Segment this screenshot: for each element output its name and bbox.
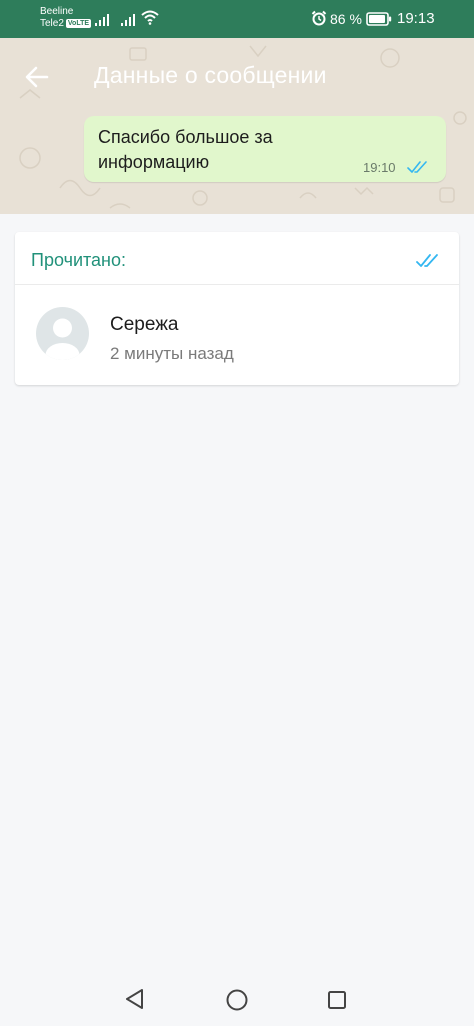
- message-bubble[interactable]: Спасибо большое за информацию 19:10: [84, 116, 446, 182]
- carrier-2-label: Tele2: [40, 18, 64, 29]
- battery-icon: [366, 12, 392, 26]
- carrier-info: Beeline Tele2 VoLTE: [40, 6, 92, 30]
- default-avatar-icon: [36, 307, 89, 360]
- message-time: 19:10: [363, 160, 396, 175]
- nav-recent-apps-icon[interactable]: [327, 990, 347, 1010]
- system-nav-bar: [0, 972, 474, 1026]
- alarm-icon: [311, 10, 327, 26]
- read-timestamp: 2 минуты назад: [110, 344, 234, 363]
- read-info-card: Прочитано: Сережа 2 минуты назад: [15, 232, 459, 385]
- battery-percentage: 86 %: [330, 11, 362, 27]
- double-check-icon: [416, 254, 438, 267]
- read-section-header: Прочитано:: [15, 232, 459, 285]
- nav-back-icon[interactable]: [124, 988, 146, 1010]
- status-clock: 19:13: [397, 10, 435, 27]
- carrier-2-row: Tele2 VoLTE: [40, 18, 92, 30]
- double-check-icon: [407, 161, 427, 173]
- signal-icon: [95, 14, 109, 26]
- carrier-1-label: Beeline: [40, 6, 74, 17]
- back-arrow-icon[interactable]: [20, 60, 54, 94]
- message-text: Спасибо большое за информацию: [98, 127, 273, 172]
- signal-icon: [121, 14, 135, 26]
- page-title: Данные о сообщении: [94, 62, 327, 88]
- message-preview-area: Данные о сообщении Спасибо большое за ин…: [0, 38, 474, 214]
- nav-home-icon[interactable]: [225, 988, 249, 1012]
- contact-row[interactable]: Сережа 2 минуты назад: [15, 286, 459, 384]
- wifi-icon: [141, 10, 159, 25]
- volte-badge: VoLTE: [65, 19, 92, 28]
- read-label: Прочитано:: [31, 250, 127, 270]
- status-bar: Beeline Tele2 VoLTE 86 % 19:13: [0, 0, 474, 38]
- contact-name: Сережа: [110, 314, 179, 335]
